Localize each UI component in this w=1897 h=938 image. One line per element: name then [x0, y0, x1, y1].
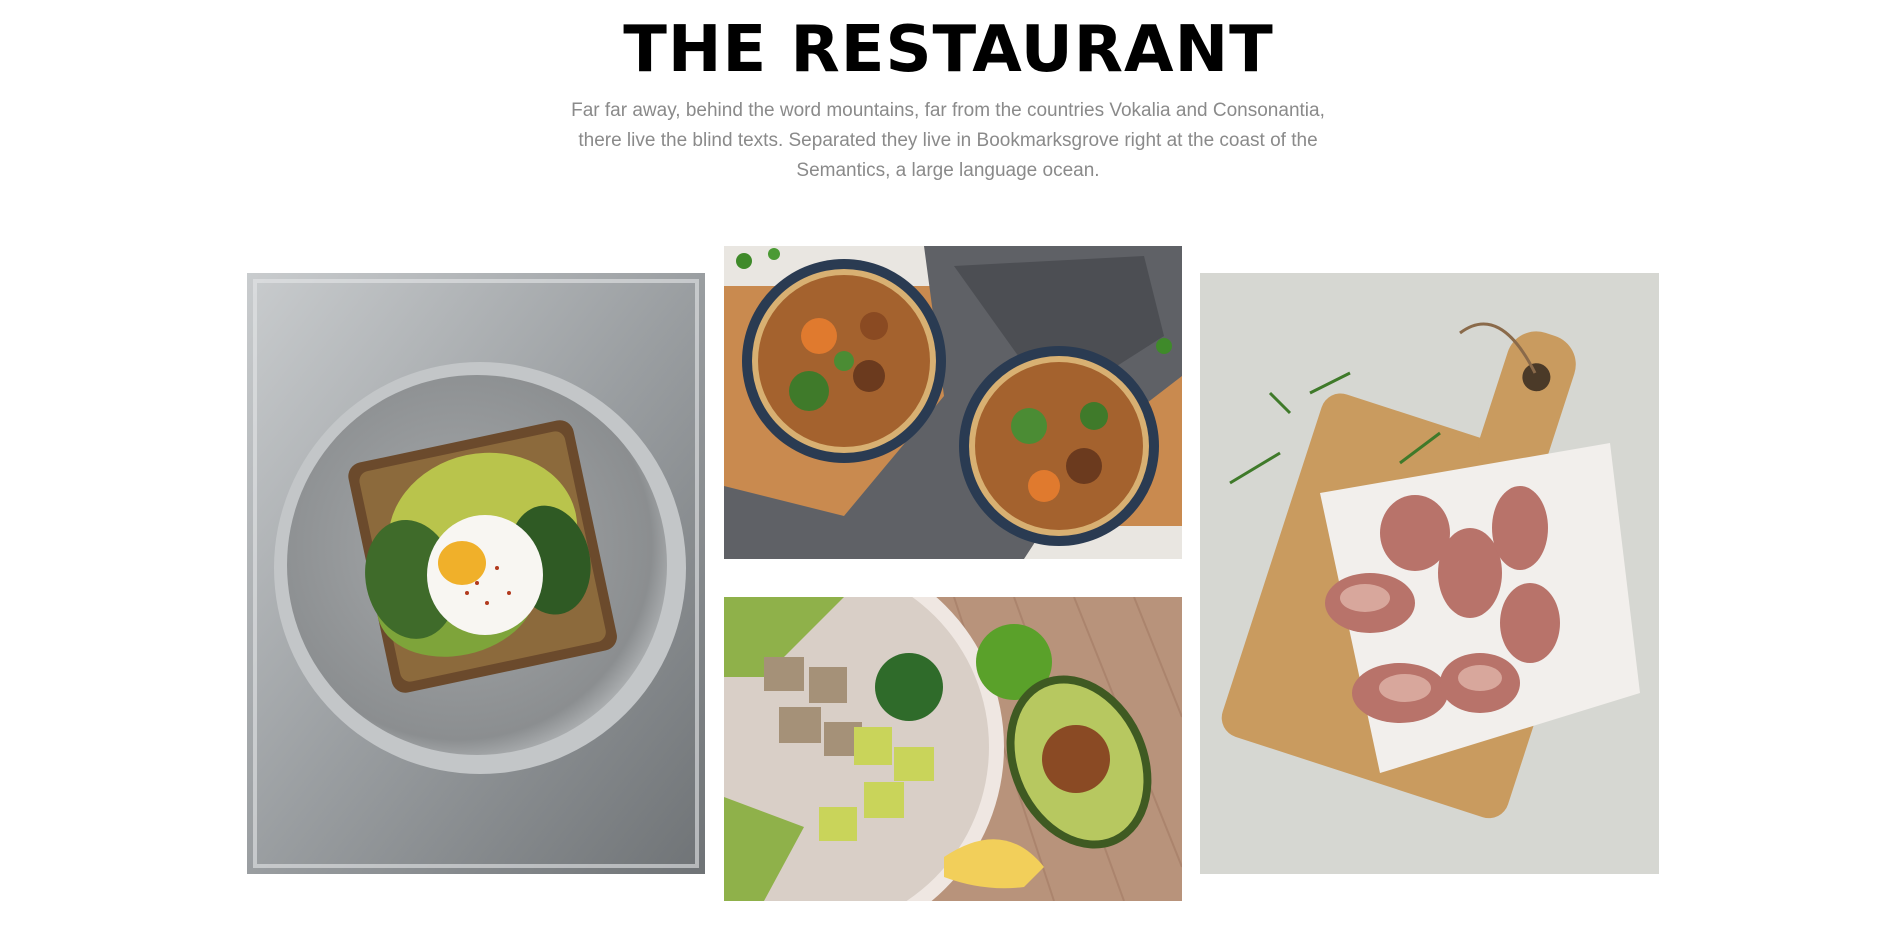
page-title: THE RESTAURANT: [623, 13, 1274, 87]
restaurant-section: THE RESTAURANT Far far away, behind the …: [0, 0, 1897, 938]
section-description: Far far away, behind the word mountains,…: [571, 100, 1325, 181]
avocado-egg-toast-photo[interactable]: [247, 273, 705, 874]
avocado-tofu-bowl-photo[interactable]: [724, 597, 1182, 901]
noodle-soup-bowls-photo[interactable]: [724, 246, 1182, 559]
bacon-wrapped-skewers-photo[interactable]: [1200, 273, 1659, 874]
